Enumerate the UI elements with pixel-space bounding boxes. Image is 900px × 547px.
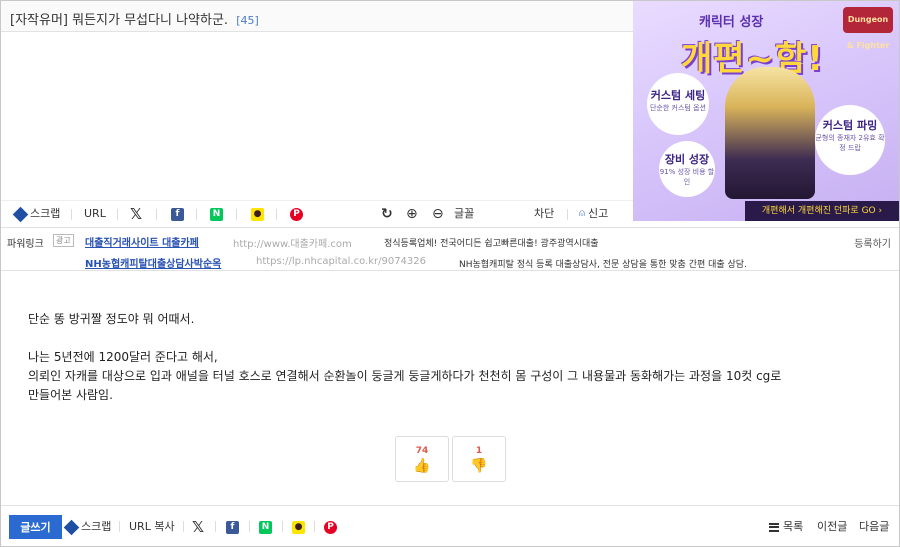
post-body-line [28,329,878,348]
downvote-button[interactable]: 1 👎 [452,436,506,482]
ad-bubble-title: 커스텀 파밍 [822,119,878,132]
ad-link-url[interactable]: http://www.대출카페.com [233,235,352,250]
ad-bubble-title: 커스텀 세팅 [650,89,706,102]
comment-count[interactable]: [45] [236,14,259,27]
prev-post-button[interactable]: 이전글 [817,519,847,535]
x-share-icon[interactable]: 𝕏 [192,519,204,535]
game-logo: Dungeon & Fighter [843,7,893,50]
block-button[interactable]: 차단 [534,206,554,222]
list-button[interactable]: 목록 [769,519,803,535]
divider [236,209,237,220]
scrap-label: 스크랩 [81,520,112,533]
zoom-in-icon[interactable]: ⊕ [406,206,418,222]
ad-cta-bar[interactable]: 개편해서 개편해진 던파로 GO › [745,201,899,221]
downvote-count: 1 [475,446,483,456]
ad-bubble-title: 장비 성장 [664,153,710,166]
facebook-icon: f [171,207,184,221]
pinterest-icon: P [290,207,303,221]
powerlink-label: 파워링크 [7,239,44,250]
kakao-icon: ● [292,520,305,534]
naver-icon: N [210,207,223,221]
divider [567,209,568,220]
report-label: 신고 [588,207,609,220]
post-body-line: 단순 똥 방귀짤 정도야 뭐 어때서. [28,312,195,326]
pinterest-icon: P [324,520,337,534]
ad-headline-top: 캐릭터 성장 [699,15,764,30]
scrap-button[interactable]: 스크랩 [12,206,61,222]
divider [117,209,118,220]
divider [276,209,277,220]
ad-character-illustration [725,67,815,199]
list-icon [769,522,779,532]
facebook-icon: f [226,520,239,534]
naver-share-button[interactable]: N [210,206,223,222]
bottom-toolbar: 글쓰기 스크랩 URL 복사 𝕏 f N ● P 목록 이전글 다음글 [1,505,899,546]
divider [196,209,197,220]
divider [249,521,250,532]
facebook-share-button[interactable]: f [226,519,239,535]
divider [215,521,216,532]
ad-link-desc: NH농협캐피탈 정식 등록 대출상담사, 전문 상담을 통한 맞춤 간편 대출 … [459,260,747,270]
naver-share-button[interactable]: N [259,519,272,535]
ad-banner[interactable]: 캐릭터 성장 개편~함! Dungeon & Fighter 커스텀 세팅 단순… [633,1,899,221]
ad-bubble-custom-setting: 커스텀 세팅 단순한 커스텀 옵션 [647,73,709,135]
post-category: [자작유머] [10,13,68,28]
bell-icon: ⍝ [579,208,585,219]
url-button[interactable]: URL [84,206,106,222]
upvote-button[interactable]: 74 👍 [395,436,449,482]
upvote-count: 74 [415,446,429,456]
kakao-share-button[interactable]: ● [292,519,305,535]
ad-bubble-sub: 균형의 종재자 2유효 확정 드랍 [815,134,885,152]
ad-bubble-sub: 단순한 커스텀 옵션 [650,104,706,112]
post-title-text: 뭐든지가 무섭다니 나약하군. [72,13,229,28]
post-body: 단순 똥 방귀짤 정도야 뭐 어때서. 나는 5년전에 1200달러 준다고 해… [28,310,878,405]
scrap-icon [63,519,80,535]
kakao-share-button[interactable]: ● [251,206,264,222]
register-ad-link[interactable]: 등록하기 [854,235,891,250]
post-header: [자작유머] 뭐든지가 무섭다니 나약하군. [45] [1,1,633,32]
post-body-line: 나는 5년전에 1200달러 준다고 해서, [28,350,218,364]
post-body-line: 의뢰인 자캐를 대상으로 입과 애널을 터널 호스로 연결해서 순환놀이 둥글게… [28,369,782,383]
zoom-out-icon[interactable]: ⊖ [432,206,444,222]
scrap-label: 스크랩 [30,207,61,220]
report-button[interactable]: ⍝ 신고 [579,206,608,222]
url-copy-button[interactable]: URL 복사 [129,519,175,535]
next-post-button[interactable]: 다음글 [859,519,889,535]
scrap-button[interactable]: 스크랩 [63,519,112,535]
facebook-share-button[interactable]: f [171,206,184,222]
share-toolbar: 스크랩 URL 𝕏 f N ● P ↻ ⊕ ⊖ 글꼴 차단 ⍝ 신고 [1,200,633,226]
list-label: 목록 [783,520,804,533]
powerlink-ads: 파워링크 광고 대출직거래사이트 대출카페 http://www.대출카페.co… [1,227,899,271]
refresh-icon[interactable]: ↻ [381,206,393,222]
post-body-line: 만들어본 사람임. [28,388,113,402]
thumbs-down-icon: 👎 [470,458,488,474]
divider [119,521,120,532]
scrap-icon [12,206,29,222]
write-button[interactable]: 글쓰기 [9,515,62,539]
ad-link-desc: 정식등록업체! 전국어디든 쉽고빠른대출! 광주광역시대출 [384,239,599,249]
thumbs-up-icon: 👍 [413,458,431,474]
naver-icon: N [259,520,272,534]
ad-link-title[interactable]: 대출직거래사이트 대출카페 [85,234,199,249]
font-button[interactable]: 글꼴 [454,206,474,222]
divider [282,521,283,532]
ad-tag: 광고 [53,234,74,247]
ad-link-title[interactable]: NH농협캐피탈대출상담사박순옥 [85,255,221,270]
ad-bubble-custom-farming: 커스텀 파밍 균형의 종재자 2유효 확정 드랍 [815,105,885,175]
ad-link-url[interactable]: https://lp.nhcapital.co.kr/9074326 [256,256,426,267]
divider [156,209,157,220]
kakao-icon: ● [251,207,264,221]
post-title: [자작유머] 뭐든지가 무섭다니 나약하군. [45] [10,9,259,28]
x-share-icon[interactable]: 𝕏 [130,206,142,222]
ad-bubble-equipment: 장비 성장 91% 성장 비용 할인 [659,141,715,197]
divider [71,209,72,220]
divider [314,521,315,532]
divider [183,521,184,532]
pinterest-share-button[interactable]: P [290,206,303,222]
pinterest-share-button[interactable]: P [324,519,337,535]
ad-bubble-sub: 91% 성장 비용 할인 [659,168,715,186]
